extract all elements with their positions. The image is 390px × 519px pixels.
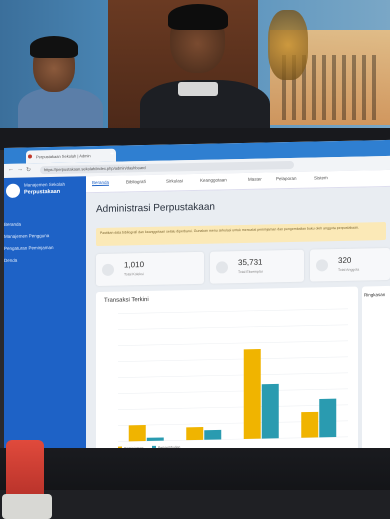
nav-item-sistem[interactable]: Sistem <box>314 175 328 180</box>
bar-chart: PeminjamanPengembalian <box>118 308 348 450</box>
person-right <box>140 4 270 140</box>
main-content: Administrasi Perpustakaan Pastikan data … <box>86 186 390 459</box>
grid-line <box>118 308 348 314</box>
brand-subtitle: Perpustakaan <box>24 188 61 196</box>
summary-title: Ringkasan <box>364 292 386 298</box>
photo-scene: Perpustakaan Sekolah | Admin + ← → ↻ htt… <box>0 0 390 519</box>
stat-label: Total Anggota <box>338 267 360 273</box>
bar-pengembalian-3[interactable] <box>261 383 279 439</box>
stat-label: Total Eksemplar <box>238 269 263 275</box>
book-icon <box>102 263 114 276</box>
stat-card-koleksi: 1,010 Total Koleksi <box>96 251 204 287</box>
grid-line <box>118 372 348 378</box>
wall-decoration <box>268 10 308 80</box>
sidebar-item-denda[interactable]: Denda <box>4 258 17 263</box>
bar-peminjaman-4[interactable] <box>301 411 319 438</box>
nav-item-beranda[interactable]: Beranda <box>92 179 110 187</box>
brand-title: Manajemen Sekolah <box>24 181 66 188</box>
stat-label: Total Koleksi <box>124 272 144 277</box>
bar-pengembalian-2[interactable] <box>204 429 222 440</box>
stat-card-anggota: 320 Total Anggota <box>310 247 390 282</box>
grid-line <box>118 388 348 394</box>
stat-value: 35,731 <box>238 257 263 268</box>
members-icon <box>316 259 328 272</box>
bar-peminjaman-3[interactable] <box>243 349 261 439</box>
nav-item-bibliografi[interactable]: Bibliografi <box>126 179 146 184</box>
chart-card: Transaksi Terkini PeminjamanPengembalian <box>96 286 358 459</box>
grid-line <box>118 404 348 410</box>
forward-icon[interactable]: → <box>17 167 23 173</box>
bar-peminjaman-1[interactable] <box>128 425 146 442</box>
summary-card: Ringkasan <box>362 285 390 453</box>
red-cup <box>6 440 44 498</box>
stat-card-eksemplar: 35,731 Total Eksemplar <box>210 249 304 284</box>
grid-line <box>118 356 348 362</box>
bar-pengembalian-4[interactable] <box>319 398 337 438</box>
page-title: Administrasi Perpustakaan <box>96 201 215 216</box>
reload-icon[interactable]: ↻ <box>26 166 31 173</box>
new-tab-icon[interactable]: + <box>110 151 114 158</box>
person-left <box>18 36 103 138</box>
grid-line <box>118 340 348 346</box>
stat-value: 320 <box>338 255 352 266</box>
nav-item-keanggotaan[interactable]: Keanggotaan <box>200 177 227 183</box>
sidebar: Manajemen Sekolah Perpustakaan Beranda M… <box>4 176 86 460</box>
nav-item-pelaporan[interactable]: Pelaporan <box>276 176 297 181</box>
person-left-hair <box>30 36 78 58</box>
monitor-screen: Perpustakaan Sekolah | Admin + ← → ↻ htt… <box>4 139 390 460</box>
copies-icon <box>216 261 228 274</box>
cup-base <box>2 494 52 519</box>
notice-banner: Pastikan data bibliografi dan keanggotaa… <box>96 221 386 247</box>
sidebar-item-pengguna[interactable]: Manajemen Pengguna <box>4 233 49 239</box>
person-right-collar <box>178 82 218 96</box>
nav-item-sirkulasi[interactable]: Sirkulasi <box>166 178 183 183</box>
bar-pengembalian-1[interactable] <box>146 437 164 442</box>
sidebar-item-beranda[interactable]: Beranda <box>4 222 21 227</box>
bar-peminjaman-2[interactable] <box>186 427 204 441</box>
nav-item-master[interactable]: Master <box>248 177 262 182</box>
grid-line <box>118 324 348 330</box>
person-right-hair <box>168 4 228 30</box>
desk <box>0 490 390 519</box>
stat-value: 1,010 <box>124 260 145 270</box>
sidebar-item-peminjaman[interactable]: Pengaturan Peminjaman <box>4 245 54 251</box>
back-icon[interactable]: ← <box>8 167 14 173</box>
school-logo-icon <box>6 183 20 198</box>
